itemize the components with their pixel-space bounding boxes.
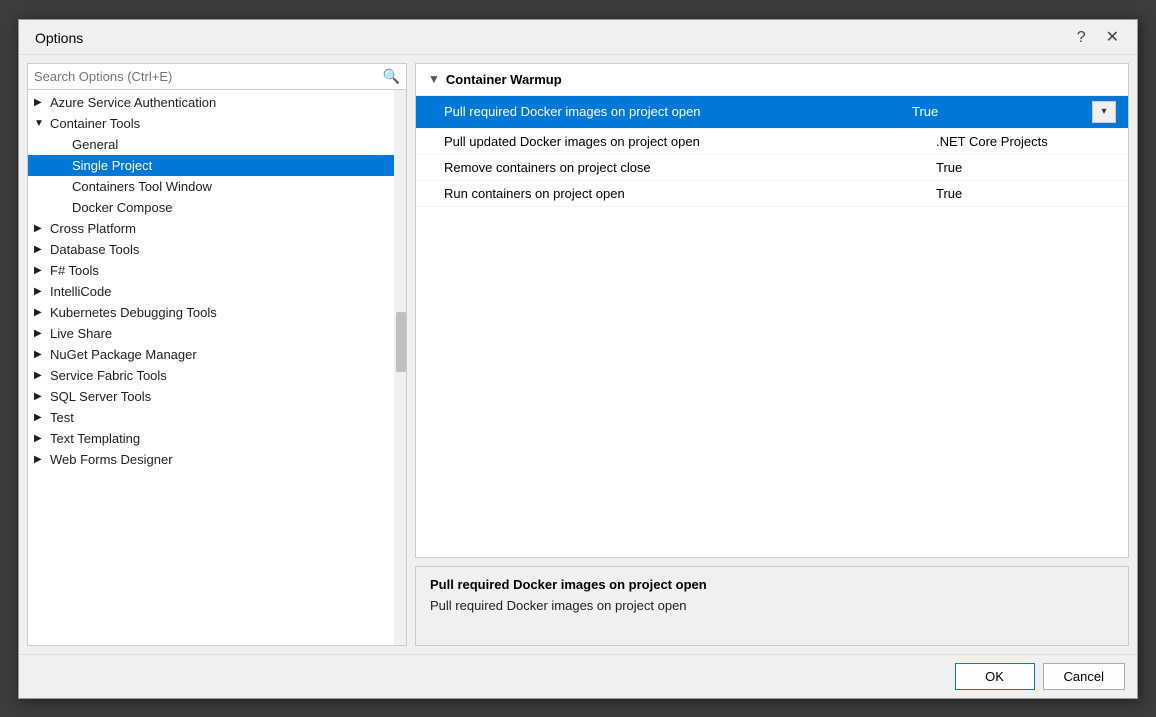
settings-panel: ▼ Container Warmup Pull required Docker … (415, 63, 1129, 558)
title-bar-controls: ? ✕ (1071, 28, 1125, 48)
tree-arrow-sql-server: ▶ (34, 391, 46, 402)
settings-row-value-pull-updated: .NET Core Projects (936, 134, 1116, 149)
tree-label-web-forms: Web Forms Designer (50, 452, 173, 467)
tree-arrow-kubernetes-debugging: ▶ (34, 307, 46, 318)
search-box: 🔍 (28, 64, 406, 90)
tree-label-container-tools: Container Tools (50, 116, 140, 131)
tree-label-containers-tool-window: Containers Tool Window (72, 179, 212, 194)
tree-label-cross-platform: Cross Platform (50, 221, 136, 236)
settings-header: ▼ Container Warmup (416, 64, 1128, 96)
settings-row-remove-containers[interactable]: Remove containers on project closeTrue (416, 155, 1128, 181)
scrollbar-track (394, 90, 406, 645)
tree-arrow-text-templating: ▶ (34, 433, 46, 444)
tree-arrow-container-tools: ▼ (34, 118, 46, 129)
settings-row-value-pull-required: True (912, 104, 1092, 119)
description-panel: Pull required Docker images on project o… (415, 566, 1129, 646)
section-arrow: ▼ (428, 72, 440, 86)
tree-label-nuget-package: NuGet Package Manager (50, 347, 197, 362)
settings-row-label-remove-containers: Remove containers on project close (444, 160, 936, 175)
tree-item-containers-tool-window[interactable]: Containers Tool Window (28, 176, 406, 197)
settings-row-pull-updated[interactable]: Pull updated Docker images on project op… (416, 129, 1128, 155)
settings-row-pull-required[interactable]: Pull required Docker images on project o… (416, 96, 1128, 129)
tree-label-general: General (72, 137, 118, 152)
tree-label-live-share: Live Share (50, 326, 112, 341)
tree-item-database-tools[interactable]: ▶ Database Tools (28, 239, 406, 260)
tree-label-single-project: Single Project (72, 158, 152, 173)
settings-row-label-pull-required: Pull required Docker images on project o… (444, 104, 912, 119)
tree-label-database-tools: Database Tools (50, 242, 139, 257)
tree-item-live-share[interactable]: ▶ Live Share (28, 323, 406, 344)
options-dialog: Options ? ✕ 🔍 ▶ Azure Service Authenticat… (18, 19, 1138, 699)
tree-item-docker-compose[interactable]: Docker Compose (28, 197, 406, 218)
tree-label-service-fabric: Service Fabric Tools (50, 368, 167, 383)
tree-item-web-forms[interactable]: ▶ Web Forms Designer (28, 449, 406, 470)
tree-label-text-templating: Text Templating (50, 431, 140, 446)
tree-item-cross-platform[interactable]: ▶ Cross Platform (28, 218, 406, 239)
tree-item-container-tools[interactable]: ▼ Container Tools (28, 113, 406, 134)
right-panel: ▼ Container Warmup Pull required Docker … (415, 63, 1129, 646)
tree-arrow-test: ▶ (34, 412, 46, 423)
search-input[interactable] (34, 69, 383, 84)
settings-row-label-pull-updated: Pull updated Docker images on project op… (444, 134, 936, 149)
tree-arrow-service-fabric: ▶ (34, 370, 46, 381)
tree-item-single-project[interactable]: Single Project (28, 155, 406, 176)
help-button[interactable]: ? (1071, 28, 1092, 48)
dialog-title: Options (35, 30, 83, 46)
close-button[interactable]: ✕ (1100, 28, 1125, 48)
tree-arrow-cross-platform: ▶ (34, 223, 46, 234)
tree-arrow-fsharp-tools: ▶ (34, 265, 46, 276)
tree-item-sql-server[interactable]: ▶ SQL Server Tools (28, 386, 406, 407)
tree-label-test: Test (50, 410, 74, 425)
tree-item-kubernetes-debugging[interactable]: ▶ Kubernetes Debugging Tools (28, 302, 406, 323)
tree-arrow-web-forms: ▶ (34, 454, 46, 465)
tree-arrow-azure-service-auth: ▶ (34, 97, 46, 108)
tree-arrow-intellicode: ▶ (34, 286, 46, 297)
tree-label-fsharp-tools: F# Tools (50, 263, 99, 278)
tree-label-kubernetes-debugging: Kubernetes Debugging Tools (50, 305, 217, 320)
tree-label-azure-service-auth: Azure Service Authentication (50, 95, 216, 110)
tree-label-intellicode: IntelliCode (50, 284, 111, 299)
left-panel: 🔍 ▶ Azure Service Authentication ▼ Containe… (27, 63, 407, 646)
tree-arrow-database-tools: ▶ (34, 244, 46, 255)
tree-item-text-templating[interactable]: ▶ Text Templating (28, 428, 406, 449)
tree-label-docker-compose: Docker Compose (72, 200, 172, 215)
search-icon: 🔍 (383, 68, 400, 85)
tree-item-service-fabric[interactable]: ▶ Service Fabric Tools (28, 365, 406, 386)
description-text: Pull required Docker images on project o… (430, 598, 1114, 613)
tree-arrow-nuget-package: ▶ (34, 349, 46, 360)
tree-label-sql-server: SQL Server Tools (50, 389, 151, 404)
tree-item-nuget-package[interactable]: ▶ NuGet Package Manager (28, 344, 406, 365)
tree-item-fsharp-tools[interactable]: ▶ F# Tools (28, 260, 406, 281)
settings-row-value-remove-containers: True (936, 160, 1116, 175)
dialog-footer: OK Cancel (19, 654, 1137, 698)
ok-button[interactable]: OK (955, 663, 1035, 690)
settings-row-value-run-containers: True (936, 186, 1116, 201)
scrollbar-thumb[interactable] (396, 312, 406, 372)
tree-item-test[interactable]: ▶ Test (28, 407, 406, 428)
cancel-button[interactable]: Cancel (1043, 663, 1125, 690)
section-title: Container Warmup (446, 72, 562, 87)
tree-item-azure-service-auth[interactable]: ▶ Azure Service Authentication (28, 92, 406, 113)
description-title: Pull required Docker images on project o… (430, 577, 1114, 592)
title-bar: Options ? ✕ (19, 20, 1137, 55)
tree-arrow-live-share: ▶ (34, 328, 46, 339)
tree-item-intellicode[interactable]: ▶ IntelliCode (28, 281, 406, 302)
dialog-body: 🔍 ▶ Azure Service Authentication ▼ Containe… (19, 55, 1137, 654)
dropdown-button-pull-required[interactable]: ▾ (1092, 101, 1116, 123)
settings-row-label-run-containers: Run containers on project open (444, 186, 936, 201)
settings-table: Pull required Docker images on project o… (416, 96, 1128, 557)
settings-row-run-containers[interactable]: Run containers on project openTrue (416, 181, 1128, 207)
tree: ▶ Azure Service Authentication ▼ Container … (28, 90, 406, 645)
tree-item-general[interactable]: General (28, 134, 406, 155)
